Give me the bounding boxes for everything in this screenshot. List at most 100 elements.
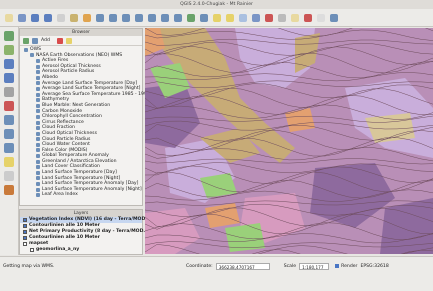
zoom-selection-icon: [147, 13, 156, 22]
render-check-icon[interactable]: [335, 264, 340, 268]
layers-panel: Layers Vegetation Index (NDVI) (16 day -…: [19, 209, 151, 255]
refresh-button[interactable]: [185, 12, 196, 23]
zoom-in-icon: [95, 13, 104, 22]
refresh-icon[interactable]: [23, 37, 29, 44]
new-shapefile-icon[interactable]: [4, 157, 14, 167]
wms-layer-icon: [36, 187, 40, 192]
print-composer-icon: [56, 13, 65, 22]
add-wcs-icon[interactable]: [4, 129, 14, 139]
zoom-selection-button[interactable]: [146, 12, 157, 23]
browser-tree-item-label: Leaf Area Index: [42, 192, 78, 198]
add-wfs-icon[interactable]: [4, 143, 14, 153]
zoom-layer-icon: [134, 13, 143, 22]
zoom-out-icon: [108, 13, 117, 22]
add-layer-icon[interactable]: [32, 37, 38, 44]
layer-visibility-checkbox[interactable]: [23, 218, 27, 222]
wms-layer-icon: [36, 193, 40, 198]
browser-panel-title: Browser: [20, 29, 142, 36]
zoom-last-button[interactable]: [159, 12, 170, 23]
wms-layer-icon: [36, 131, 40, 136]
browser-tree-item[interactable]: Average Sea Surface Temperature 1985 - 1…: [22, 92, 153, 98]
wms-layer-icon: [36, 103, 40, 108]
wms-layer-icon: [36, 98, 40, 103]
map-tips-icon: [290, 13, 299, 22]
browser-panel: Browser Add OWS NASA Earth Observations (…: [19, 28, 153, 206]
new-project-button[interactable]: [3, 12, 14, 23]
add-wms-icon[interactable]: [4, 115, 14, 125]
save-as-button[interactable]: [42, 12, 53, 23]
save-project-button[interactable]: [29, 12, 40, 23]
zoom-next-button[interactable]: [172, 12, 183, 23]
field-calculator-button[interactable]: [250, 12, 261, 23]
wms-layer-icon: [36, 120, 40, 125]
select-button[interactable]: [211, 12, 222, 23]
window-title: QGIS 2.4.0-Chugiak - Mt Rainier: [0, 0, 433, 9]
browser-tree-item[interactable]: Land Surface Temperature Anomaly [Night]: [22, 187, 142, 193]
layer-visibility-checkbox[interactable]: [23, 224, 27, 228]
coordinate-label: Coordinate:: [186, 263, 213, 269]
zoom-full-icon: [121, 13, 130, 22]
map-tips-button[interactable]: [289, 12, 300, 23]
render-checkbox[interactable]: Render: [335, 264, 357, 269]
browser-tree-item[interactable]: Leaf Area Index: [22, 192, 140, 198]
wms-layer-icon: [36, 58, 40, 63]
pan-button[interactable]: [68, 12, 79, 23]
touch-icon: [82, 13, 91, 22]
wms-layer-icon: [36, 70, 40, 75]
manage-layers-toolbar: [0, 27, 19, 255]
deselect-button[interactable]: [224, 12, 235, 23]
status-message: Getting map via WMS.: [3, 263, 55, 269]
layers-list: Vegetation Index (NDVI) (16 day - Terra/…: [20, 217, 151, 253]
add-raster-icon[interactable]: [4, 45, 14, 55]
attribute-table-button[interactable]: [237, 12, 248, 23]
wms-layer-icon: [36, 170, 40, 175]
status-bar: Getting map via WMS. Coordinate: 366238,…: [0, 256, 433, 291]
filter-icon[interactable]: [56, 37, 63, 44]
add-postgis-icon[interactable]: [4, 59, 14, 69]
add-oracle-icon[interactable]: [4, 101, 14, 111]
zoom-full-button[interactable]: [120, 12, 131, 23]
map-canvas[interactable]: [145, 28, 433, 254]
refresh-icon: [186, 13, 195, 22]
help-button[interactable]: [328, 12, 339, 23]
save-project-icon: [30, 13, 39, 22]
scale-label: Scale: [283, 263, 297, 269]
collapse-icon[interactable]: [65, 37, 72, 44]
wms-layer-icon: [36, 154, 40, 159]
text-annotation-button[interactable]: [315, 12, 326, 23]
measure-icon: [277, 13, 286, 22]
wms-server-icon: [24, 47, 28, 52]
add-mssql-icon[interactable]: [4, 87, 14, 97]
layer-item-label: geomorlina_a_ny: [36, 247, 80, 252]
zoom-in-button[interactable]: [94, 12, 105, 23]
wms-layer-icon: [36, 64, 40, 69]
add-vector-icon[interactable]: [4, 31, 14, 41]
zoom-next-icon: [173, 13, 182, 22]
scale-combo[interactable]: 1:180,177: [299, 262, 330, 270]
zoom-last-icon: [160, 13, 169, 22]
coordinate-field[interactable]: 366238,4707167: [215, 262, 270, 270]
layer-visibility-checkbox[interactable]: [23, 242, 27, 246]
add-spatialite-icon[interactable]: [4, 73, 14, 83]
gps-icon[interactable]: [4, 185, 14, 195]
layer-item[interactable]: geomorlina_a_ny: [20, 247, 142, 253]
wms-layer-icon: [36, 126, 40, 131]
open-project-button[interactable]: [16, 12, 27, 23]
layer-visibility-checkbox[interactable]: [23, 236, 27, 240]
layer-visibility-checkbox[interactable]: [30, 248, 34, 252]
delimited-text-icon[interactable]: [4, 171, 14, 181]
bookmark-button[interactable]: [302, 12, 313, 23]
statistics-button[interactable]: [263, 12, 274, 23]
measure-button[interactable]: [276, 12, 287, 23]
wms-layer-icon: [36, 165, 40, 170]
crs-status-button[interactable]: EPSG:32618: [360, 264, 388, 269]
wms-layer-icon: [36, 75, 40, 80]
print-composer-button[interactable]: [55, 12, 66, 23]
touch-button[interactable]: [81, 12, 92, 23]
wms-layer-icon: [36, 137, 40, 142]
zoom-out-button[interactable]: [107, 12, 118, 23]
browser-add-label[interactable]: Add: [41, 38, 50, 43]
zoom-layer-button[interactable]: [133, 12, 144, 23]
identify-button[interactable]: [198, 12, 209, 23]
layer-visibility-checkbox[interactable]: [23, 230, 27, 234]
